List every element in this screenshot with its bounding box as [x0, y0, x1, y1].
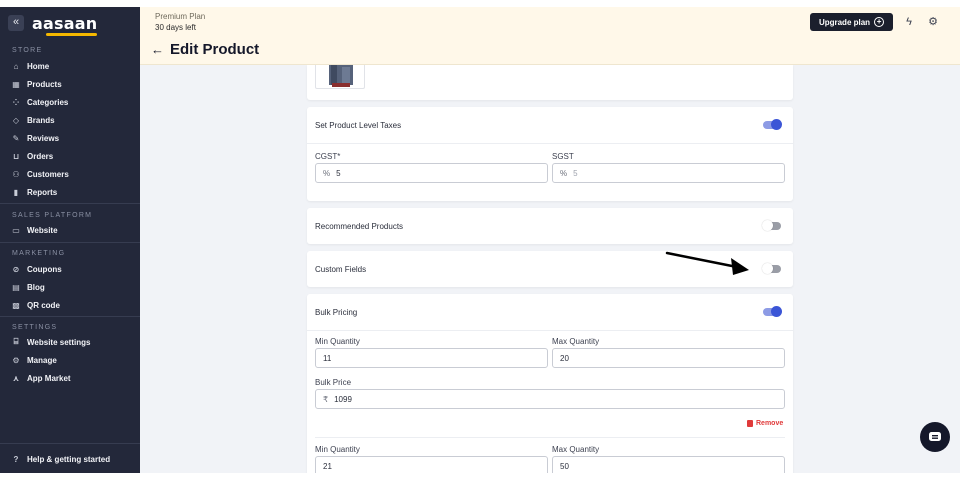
- tier2-max-label: Max Quantity: [552, 445, 600, 454]
- bulk-pricing-title: Bulk Pricing: [315, 308, 358, 317]
- tier1-price-label: Bulk Price: [315, 378, 352, 387]
- plan-name: Premium Plan: [155, 12, 206, 21]
- percent-prefix: %: [323, 168, 331, 178]
- home-icon: ⌂: [13, 61, 19, 71]
- cgst-label: CGST*: [315, 152, 341, 161]
- toggle-knob: [762, 263, 773, 274]
- plan-days-left: 30 days left: [155, 23, 196, 32]
- card-divider: [307, 143, 793, 144]
- rupee-prefix: ₹: [323, 394, 329, 404]
- tier1-max-quantity-input[interactable]: 20: [552, 348, 785, 368]
- toggle-knob: [762, 220, 773, 231]
- taxes-title: Set Product Level Taxes: [315, 121, 402, 130]
- logo[interactable]: aasaan: [32, 14, 98, 36]
- sidebar-divider: [0, 316, 140, 317]
- custom-fields-title: Custom Fields: [315, 265, 367, 274]
- sidebar-item-help[interactable]: ? Help & getting started: [11, 452, 131, 466]
- product-images-card: [307, 65, 793, 100]
- custom-fields-toggle[interactable]: [762, 263, 781, 274]
- section-sales-platform: SALES PLATFORM: [12, 212, 93, 219]
- sgst-input[interactable]: % 5: [552, 163, 785, 183]
- settings-gear-icon[interactable]: ⚙: [926, 15, 940, 29]
- top-banner: Premium Plan 30 days left ← Edit Product…: [140, 7, 960, 65]
- back-arrow-icon[interactable]: ←: [151, 42, 164, 57]
- pen-icon: ✎: [12, 133, 20, 143]
- sidebar-item-coupons[interactable]: ⊘ Coupons: [11, 262, 131, 276]
- product-thumbnail[interactable]: [315, 65, 365, 89]
- page-title: ← Edit Product: [151, 41, 260, 58]
- toggle-knob: [771, 306, 782, 317]
- sidebar-item-customers[interactable]: ⚇ Customers: [11, 167, 131, 181]
- tag-icon: ◇: [12, 115, 20, 125]
- tier2-min-label: Min Quantity: [315, 445, 360, 454]
- collapse-sidebar-icon[interactable]: «: [8, 15, 24, 31]
- recommended-toggle[interactable]: [762, 220, 781, 231]
- tier-divider: [315, 437, 785, 438]
- upgrade-plan-button[interactable]: Upgrade plan +: [810, 13, 893, 31]
- users-icon: ⚇: [12, 169, 20, 179]
- tier1-bulk-price-input[interactable]: ₹ 1099: [315, 389, 785, 409]
- sidebar: « aasaan STORE ⌂ Home ▦ Products ⁘ Categori…: [0, 7, 140, 473]
- app-market-icon: ⋏: [12, 373, 20, 383]
- sgst-label: SGST: [552, 152, 574, 161]
- tier2-max-quantity-input[interactable]: 50: [552, 456, 785, 473]
- brand: « aasaan: [8, 13, 98, 36]
- sidebar-divider: [0, 242, 140, 243]
- annotation-arrow-icon: [665, 251, 749, 275]
- card-divider: [307, 330, 793, 331]
- product-taxes-card: Set Product Level Taxes CGST* % 5 SGST %…: [307, 107, 793, 201]
- percent-prefix: %: [560, 168, 568, 178]
- sidebar-item-reviews[interactable]: ✎ Reviews: [11, 131, 131, 145]
- sidebar-item-blog[interactable]: ▤ Blog: [11, 280, 131, 294]
- chat-support-button[interactable]: [920, 422, 950, 452]
- plus-circle-icon: +: [874, 17, 885, 27]
- recommended-title: Recommended Products: [315, 222, 404, 231]
- bulk-pricing-card: Bulk Pricing Min Quantity 11 Max Quantit…: [307, 294, 793, 473]
- section-store: STORE: [12, 47, 43, 54]
- cgst-input[interactable]: % 5: [315, 163, 548, 183]
- sidebar-item-website[interactable]: ▭ Website: [11, 223, 131, 237]
- lightning-icon[interactable]: ϟ: [902, 15, 916, 29]
- product-photo: [329, 65, 353, 87]
- sidebar-item-app-market[interactable]: ⋏ App Market: [11, 371, 131, 385]
- tier1-max-label: Max Quantity: [552, 337, 600, 346]
- sidebar-item-brands[interactable]: ◇ Brands: [11, 113, 131, 127]
- bulk-pricing-toggle[interactable]: [763, 306, 782, 317]
- sidebar-item-orders[interactable]: ⊔ Orders: [11, 149, 131, 163]
- app-frame: « aasaan STORE ⌂ Home ▦ Products ⁘ Categori…: [0, 7, 960, 473]
- main-content: Set Product Level Taxes CGST* % 5 SGST %…: [140, 65, 960, 473]
- grid-icon: ▦: [12, 79, 20, 89]
- chat-icon: [929, 432, 941, 441]
- section-settings: SETTINGS: [12, 324, 58, 331]
- gear-icon: ⚙: [12, 355, 20, 365]
- taxes-toggle[interactable]: [763, 119, 782, 130]
- sidebar-item-qr-code[interactable]: ▩ QR code: [11, 298, 131, 312]
- website-settings-icon: ⌸: [13, 337, 19, 346]
- tier2-min-quantity-input[interactable]: 21: [315, 456, 548, 473]
- tier1-min-quantity-input[interactable]: 11: [315, 348, 548, 368]
- cart-icon: ⊔: [12, 151, 20, 161]
- sidebar-item-categories[interactable]: ⁘ Categories: [11, 95, 131, 109]
- monitor-icon: ▭: [12, 225, 20, 235]
- sidebar-item-manage[interactable]: ⚙ Manage: [11, 353, 131, 367]
- sidebar-item-reports[interactable]: ▮ Reports: [11, 185, 131, 199]
- sidebar-divider: [0, 203, 140, 204]
- trash-icon: [747, 420, 753, 427]
- sidebar-item-home[interactable]: ⌂ Home: [11, 59, 131, 73]
- help-icon: ?: [13, 454, 19, 464]
- tier1-min-label: Min Quantity: [315, 337, 360, 346]
- bar-chart-icon: ▮: [13, 187, 19, 197]
- blog-icon: ▤: [12, 282, 20, 292]
- logo-underline: [46, 32, 98, 36]
- sidebar-divider: [0, 443, 140, 444]
- sidebar-item-website-settings[interactable]: ⌸ Website settings: [11, 335, 131, 349]
- categories-icon: ⁘: [12, 97, 20, 107]
- remove-tier-button[interactable]: Remove: [747, 420, 783, 427]
- coupon-icon: ⊘: [12, 264, 20, 274]
- sidebar-item-products[interactable]: ▦ Products: [11, 77, 131, 91]
- section-marketing: MARKETING: [12, 250, 66, 257]
- toggle-knob: [771, 119, 782, 130]
- recommended-products-card: Recommended Products: [307, 208, 793, 244]
- qr-icon: ▩: [12, 300, 20, 310]
